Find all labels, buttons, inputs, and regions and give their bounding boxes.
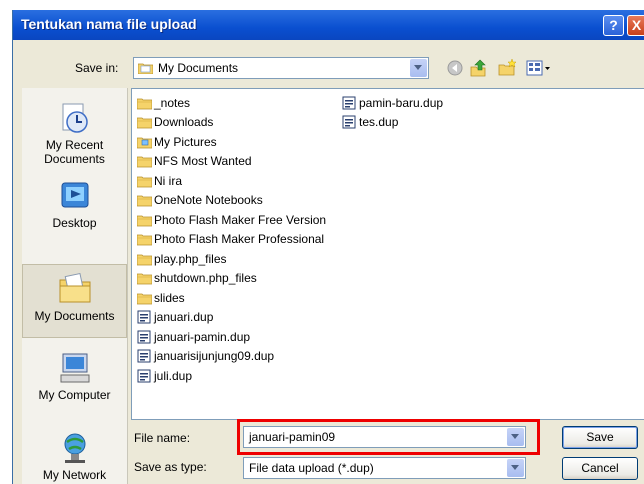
item-name: Downloads bbox=[154, 115, 214, 130]
folder-item[interactable]: My Pictures bbox=[137, 132, 326, 152]
folder-item[interactable]: NFS Most Wanted bbox=[137, 152, 326, 172]
file-item[interactable]: tes.dup bbox=[342, 113, 443, 133]
place-desktop[interactable]: Desktop bbox=[22, 178, 127, 230]
item-name: pamin-baru.dup bbox=[359, 95, 444, 110]
background-edge-left bbox=[0, 0, 12, 484]
place-label: Desktop bbox=[52, 216, 97, 230]
save-in-label: Save in: bbox=[75, 61, 119, 75]
back-icon[interactable] bbox=[445, 58, 465, 78]
item-name: shutdown.php_files bbox=[154, 271, 257, 286]
desktop-icon bbox=[61, 182, 88, 208]
save-dialog: Tentukan nama file upload ? X Save in: M… bbox=[12, 10, 644, 484]
file-list-column-1: _notes Downloads My Pictures NFS Most Wante… bbox=[137, 93, 326, 386]
item-name: januari.dup bbox=[154, 310, 214, 325]
dup-file-icon bbox=[342, 115, 356, 129]
save-as-type-dropdown[interactable]: File data upload (*.dup) bbox=[243, 457, 526, 479]
file-item[interactable]: januarisijunjung09.dup bbox=[137, 347, 326, 367]
folder-icon bbox=[137, 234, 152, 246]
places-bar: My Recent Documents Desktop My Documents bbox=[22, 88, 128, 484]
help-button[interactable]: ? bbox=[603, 15, 624, 36]
file-item[interactable]: januari-pamin.dup bbox=[137, 327, 326, 347]
item-name: januari-pamin.dup bbox=[154, 329, 251, 344]
save-in-dropdown[interactable]: My Documents bbox=[133, 57, 429, 79]
folder-item[interactable]: _notes bbox=[137, 93, 326, 113]
my-documents-folder-icon bbox=[138, 63, 153, 74]
my-network-icon bbox=[64, 433, 85, 463]
item-name: NFS Most Wanted bbox=[154, 154, 252, 169]
item-name: _notes bbox=[154, 95, 191, 110]
save-as-type-dropdown-arrow[interactable] bbox=[507, 459, 524, 477]
item-name: Photo Flash Maker Free Version bbox=[154, 212, 327, 227]
dup-file-icon bbox=[137, 330, 151, 344]
file-item[interactable]: juli.dup bbox=[137, 366, 326, 386]
dialog-title: Tentukan nama file upload bbox=[21, 16, 197, 32]
folder-item[interactable]: Ni ira bbox=[137, 171, 326, 191]
folder-item[interactable]: Photo Flash Maker Free Version bbox=[137, 210, 326, 230]
file-name-highlight-box bbox=[237, 419, 540, 455]
folder-item[interactable]: play.php_files bbox=[137, 249, 326, 269]
item-name: tes.dup bbox=[359, 115, 399, 130]
item-name: Photo Flash Maker Professional bbox=[154, 232, 325, 247]
item-name: Ni ira bbox=[154, 173, 183, 188]
save-in-value: My Documents bbox=[158, 61, 239, 75]
dup-file-icon bbox=[137, 349, 151, 363]
folder-item[interactable]: shutdown.php_files bbox=[137, 269, 326, 289]
item-name: play.php_files bbox=[154, 251, 227, 266]
save-button[interactable]: Save bbox=[562, 426, 638, 449]
file-item[interactable]: pamin-baru.dup bbox=[342, 93, 443, 113]
folder-item[interactable]: Downloads bbox=[137, 113, 326, 133]
folder-icon bbox=[137, 254, 152, 266]
place-my-network[interactable]: My Network bbox=[22, 430, 127, 482]
folder-icon bbox=[137, 176, 152, 188]
item-name: juli.dup bbox=[154, 368, 193, 383]
folder-icon bbox=[137, 273, 152, 285]
file-list[interactable]: _notes Downloads My Pictures NFS Most Wante… bbox=[131, 88, 644, 420]
background-edge-top bbox=[0, 0, 644, 10]
folder-item[interactable]: slides bbox=[137, 288, 326, 308]
item-name: slides bbox=[154, 290, 185, 305]
new-folder-icon[interactable] bbox=[497, 58, 517, 78]
place-my-documents[interactable]: My Documents bbox=[22, 264, 127, 338]
folder-icon bbox=[137, 215, 152, 227]
folder-item[interactable]: Photo Flash Maker Professional bbox=[137, 230, 326, 250]
file-name-label: File name: bbox=[134, 431, 191, 445]
folder-icon bbox=[137, 98, 152, 110]
close-button[interactable]: X bbox=[627, 15, 644, 36]
save-in-dropdown-arrow[interactable] bbox=[410, 59, 427, 77]
folder-item[interactable]: OneNote Notebooks bbox=[137, 191, 326, 211]
item-name: januarisijunjung09.dup bbox=[154, 349, 275, 364]
place-label: My Computer bbox=[38, 388, 111, 402]
my-computer-icon bbox=[60, 353, 89, 383]
folder-icon bbox=[137, 156, 152, 168]
folder-icon bbox=[137, 195, 152, 207]
folder-icon bbox=[137, 117, 152, 129]
my-documents-icon bbox=[59, 272, 90, 303]
views-menu-icon[interactable] bbox=[525, 58, 551, 78]
item-name: OneNote Notebooks bbox=[154, 193, 263, 208]
save-as-type-value: File data upload (*.dup) bbox=[249, 461, 374, 475]
pictures-folder-icon bbox=[137, 137, 152, 149]
folder-icon bbox=[137, 293, 152, 305]
up-folder-icon[interactable] bbox=[469, 58, 489, 78]
place-my-computer[interactable]: My Computer bbox=[22, 350, 127, 402]
save-as-type-label: Save as type: bbox=[134, 460, 207, 474]
place-label: My Network bbox=[42, 468, 107, 482]
recent-documents-icon bbox=[62, 103, 88, 133]
dup-file-icon bbox=[137, 369, 151, 383]
place-label: My Recent Documents bbox=[44, 138, 105, 166]
cancel-button[interactable]: Cancel bbox=[562, 457, 638, 480]
place-label: My Documents bbox=[34, 309, 115, 323]
place-my-recent-documents[interactable]: My Recent Documents bbox=[22, 100, 127, 166]
title-bar: Tentukan nama file upload ? X bbox=[13, 10, 644, 40]
file-list-column-2: pamin-baru.dup tes.dup bbox=[342, 93, 443, 132]
item-name: My Pictures bbox=[154, 134, 217, 149]
file-item[interactable]: januari.dup bbox=[137, 308, 326, 328]
dup-file-icon bbox=[137, 310, 151, 324]
dup-file-icon bbox=[342, 96, 356, 110]
